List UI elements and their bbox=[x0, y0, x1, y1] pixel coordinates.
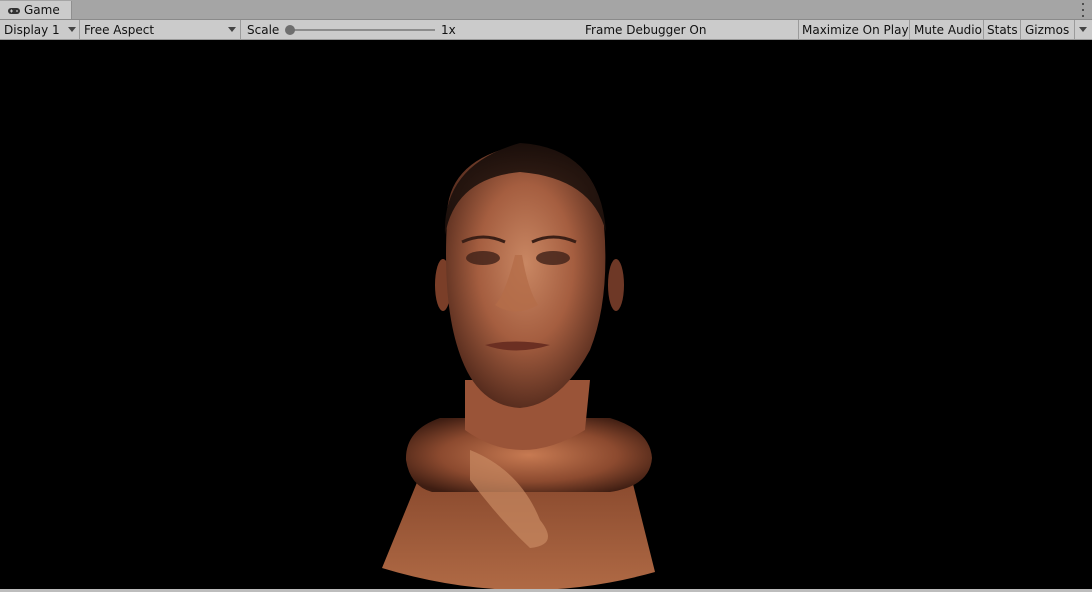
stats-button[interactable]: Stats bbox=[984, 20, 1021, 39]
display-dropdown[interactable]: Display 1 bbox=[0, 20, 80, 39]
gizmos-label: Gizmos bbox=[1025, 22, 1070, 37]
game-viewport[interactable] bbox=[0, 40, 1092, 592]
gamepad-icon bbox=[7, 5, 21, 15]
frame-debugger-status: Frame Debugger On bbox=[585, 20, 715, 39]
scale-text: Scale bbox=[247, 22, 280, 37]
display-label: Display 1 bbox=[4, 22, 60, 37]
gizmos-dropdown[interactable] bbox=[1075, 20, 1092, 39]
tab-bar: Game bbox=[0, 0, 1092, 20]
gizmos-button[interactable]: Gizmos bbox=[1021, 20, 1075, 39]
scale-slider-thumb[interactable] bbox=[285, 25, 295, 35]
scale-value-text: 1x bbox=[441, 22, 456, 37]
chevron-down-icon bbox=[68, 27, 76, 32]
maximize-on-play-button[interactable]: Maximize On Play bbox=[798, 20, 910, 39]
rendered-head-model bbox=[382, 143, 655, 591]
chevron-down-icon bbox=[1079, 27, 1087, 32]
maximize-label: Maximize On Play bbox=[802, 22, 909, 37]
tab-game[interactable]: Game bbox=[0, 1, 72, 19]
frame-debugger-text: Frame Debugger On bbox=[585, 22, 707, 37]
more-options-icon[interactable] bbox=[1080, 3, 1086, 17]
scale-slider-track[interactable] bbox=[288, 29, 435, 31]
scale-label: Scale bbox=[247, 20, 287, 39]
tab-label: Game bbox=[24, 3, 60, 17]
game-toolbar: Display 1 Free Aspect Scale 1x Frame Deb… bbox=[0, 20, 1092, 40]
scale-value: 1x bbox=[441, 20, 471, 39]
stats-label: Stats bbox=[987, 22, 1018, 37]
aspect-dropdown[interactable]: Free Aspect bbox=[80, 20, 241, 39]
mute-audio-button[interactable]: Mute Audio bbox=[910, 20, 984, 39]
mute-label: Mute Audio bbox=[914, 22, 982, 37]
chevron-down-icon bbox=[228, 27, 236, 32]
aspect-label: Free Aspect bbox=[84, 22, 155, 37]
